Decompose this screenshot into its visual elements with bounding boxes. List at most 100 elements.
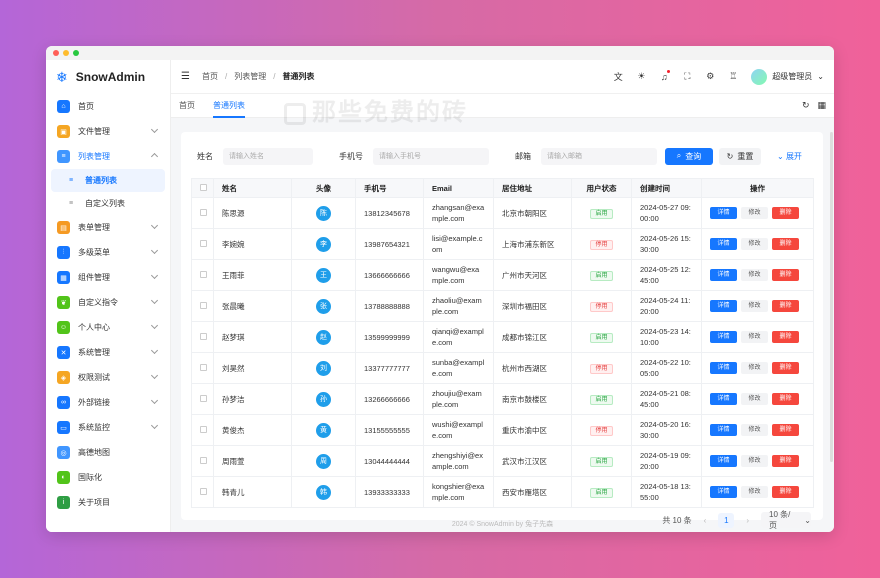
row-checkbox[interactable] [200, 364, 207, 371]
delete-button[interactable]: 删除 [772, 486, 799, 498]
maximize-dot[interactable] [73, 50, 79, 56]
sidebar-item[interactable]: i关于项目 [51, 490, 165, 515]
row-checkbox[interactable] [200, 271, 207, 278]
refresh-icon[interactable]: ↻ [802, 100, 810, 111]
detail-button[interactable]: 详情 [710, 424, 737, 436]
tshirt-skin-icon[interactable]: ♖ [728, 71, 738, 82]
bell-icon[interactable]: ♫ [659, 72, 669, 82]
edit-button[interactable]: 修改 [741, 207, 768, 219]
edit-button[interactable]: 修改 [741, 455, 768, 467]
sidebar-item-label: 多级菜单 [78, 247, 110, 258]
detail-button[interactable]: 详情 [710, 331, 737, 343]
sidebar-item[interactable]: ∞外部链接 [51, 390, 165, 415]
sidebar-subitem[interactable]: ≡自定义列表 [51, 192, 165, 215]
close-dot[interactable] [53, 50, 59, 56]
name-input[interactable]: 请输入姓名 [223, 148, 313, 165]
detail-button[interactable]: 详情 [710, 207, 737, 219]
sidebar-subitem[interactable]: ≡普通列表 [51, 169, 165, 192]
breadcrumb-separator: / [225, 72, 227, 81]
select-all-checkbox[interactable] [200, 184, 207, 191]
sidebar-item-label: 组件管理 [78, 272, 110, 283]
sidebar-item-label: 表单管理 [78, 222, 110, 233]
tab-normal-list[interactable]: 普通列表 [213, 94, 245, 118]
detail-button[interactable]: 详情 [710, 269, 737, 281]
sidebar-item-label: 高德地图 [78, 447, 110, 458]
detail-button[interactable]: 详情 [710, 486, 737, 498]
detail-button[interactable]: 详情 [710, 300, 737, 312]
edit-button[interactable]: 修改 [741, 331, 768, 343]
translate-icon[interactable]: ⽂ [613, 70, 623, 83]
sidebar-item[interactable]: ▤表单管理 [51, 215, 165, 240]
expand-toggle[interactable]: ⌄ 展开 [777, 151, 802, 162]
edit-button[interactable]: 修改 [741, 424, 768, 436]
delete-button[interactable]: 删除 [772, 238, 799, 250]
cell-actions: 详情修改删除 [702, 291, 814, 322]
grid-layout-icon[interactable]: ▦ [817, 100, 826, 111]
row-checkbox[interactable] [200, 240, 207, 247]
edit-button[interactable]: 修改 [741, 486, 768, 498]
row-checkbox[interactable] [200, 209, 207, 216]
delete-button[interactable]: 删除 [772, 269, 799, 281]
delete-button[interactable]: 删除 [772, 300, 799, 312]
row-checkbox[interactable] [200, 333, 207, 340]
delete-button[interactable]: 删除 [772, 424, 799, 436]
cell-name: 周雨萱 [214, 446, 292, 477]
cell-address: 广州市天河区 [494, 260, 572, 291]
fullscreen-icon[interactable]: ⛶ [682, 71, 692, 82]
reset-button[interactable]: ↻重置 [719, 148, 761, 165]
detail-button[interactable]: 详情 [710, 238, 737, 250]
delete-button[interactable]: 删除 [772, 207, 799, 219]
scrollbar[interactable] [830, 132, 833, 462]
edit-button[interactable]: 修改 [741, 300, 768, 312]
detail-button[interactable]: 详情 [710, 455, 737, 467]
theme-sun-icon[interactable]: ☀ [636, 71, 646, 82]
edit-button[interactable]: 修改 [741, 238, 768, 250]
sidebar-item[interactable]: ◎高德地图 [51, 440, 165, 465]
breadcrumb-home[interactable]: 首页 [202, 71, 218, 82]
query-button[interactable]: ⌕查询 [665, 148, 713, 165]
email-input[interactable]: 请输入邮箱 [541, 148, 657, 165]
sidebar-item[interactable]: ☺个人中心 [51, 315, 165, 340]
minimize-dot[interactable] [63, 50, 69, 56]
row-checkbox[interactable] [200, 488, 207, 495]
row-checkbox[interactable] [200, 302, 207, 309]
settings-gear-icon[interactable]: ⚙ [705, 71, 715, 82]
edit-button[interactable]: 修改 [741, 269, 768, 281]
cell-actions: 详情修改删除 [702, 198, 814, 229]
sidebar-item[interactable]: ⌂首页 [51, 94, 165, 119]
cell-avatar: 孙 [292, 384, 356, 415]
sidebar-subitem-label: 自定义列表 [85, 198, 125, 209]
row-checkbox[interactable] [200, 395, 207, 402]
sidebar-item[interactable]: ▭系统监控 [51, 415, 165, 440]
sidebar-item[interactable]: ≡列表管理 [51, 144, 165, 169]
user-menu[interactable]: 超级管理员 ⌄ [751, 69, 824, 85]
delete-button[interactable]: 删除 [772, 393, 799, 405]
cell-actions: 详情修改删除 [702, 415, 814, 446]
edit-button[interactable]: 修改 [741, 393, 768, 405]
row-checkbox[interactable] [200, 426, 207, 433]
tab-home[interactable]: 首页 [179, 94, 195, 118]
sidebar-item[interactable]: ◐国际化 [51, 465, 165, 490]
breadcrumb-parent[interactable]: 列表管理 [234, 71, 266, 82]
delete-button[interactable]: 删除 [772, 331, 799, 343]
detail-button[interactable]: 详情 [710, 393, 737, 405]
logo[interactable]: ❄ SnowAdmin [46, 60, 170, 94]
row-checkbox[interactable] [200, 457, 207, 464]
edit-button[interactable]: 修改 [741, 362, 768, 374]
cell-address: 上海市浦东新区 [494, 229, 572, 260]
header-name[interactable]: 姓名 [214, 179, 292, 198]
status-badge: 停用 [590, 302, 612, 312]
sliders-icon: ⫶ [57, 246, 70, 259]
sidebar-item[interactable]: ✕系统管理 [51, 340, 165, 365]
sidebar-item[interactable]: ⫶ 多级菜单 [51, 240, 165, 265]
delete-button[interactable]: 删除 [772, 362, 799, 374]
sidebar-item[interactable]: ▣文件管理 [51, 119, 165, 144]
menu-fold-icon[interactable]: ☰ [181, 71, 190, 82]
sidebar-item[interactable]: ◈权限测试 [51, 365, 165, 390]
detail-button[interactable]: 详情 [710, 362, 737, 374]
delete-button[interactable]: 删除 [772, 455, 799, 467]
select-cell [192, 322, 214, 353]
sidebar-item[interactable]: ❦自定义指令 [51, 290, 165, 315]
sidebar-item[interactable]: ▦组件管理 [51, 265, 165, 290]
phone-input[interactable]: 请输入手机号 [373, 148, 489, 165]
